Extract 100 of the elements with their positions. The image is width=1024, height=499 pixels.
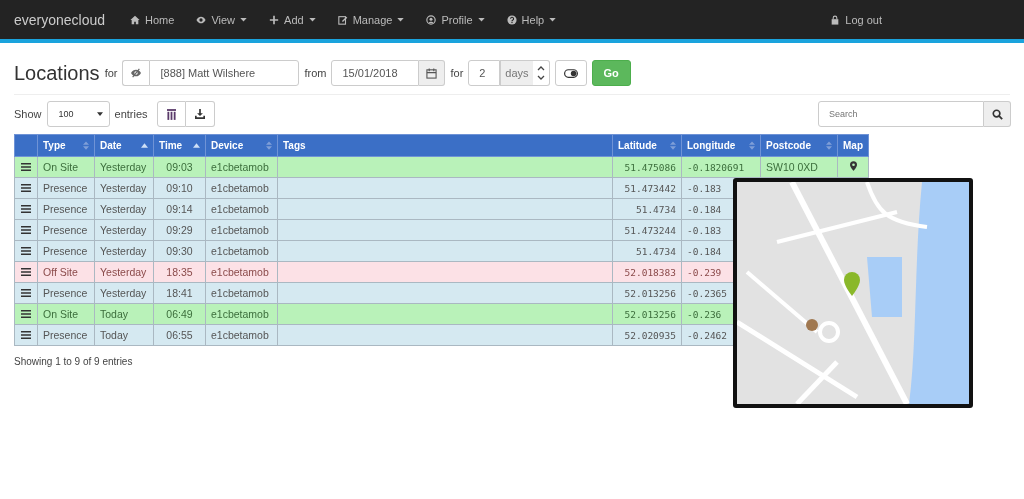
table-cell: e1cbetamob xyxy=(211,182,269,194)
table-cell: On Site xyxy=(43,308,79,320)
table-cell: Yesterday xyxy=(100,203,147,215)
table-cell: Today xyxy=(100,308,129,320)
table-cell: e1cbetamob xyxy=(211,329,269,341)
edit-icon xyxy=(337,14,348,25)
date-field[interactable]: 15/01/2018 xyxy=(331,60,420,86)
table-cell: -0.1820691 xyxy=(687,161,745,173)
toggle-icon xyxy=(563,68,578,78)
table-cell: Yesterday xyxy=(100,245,147,257)
visibility-toggle[interactable] xyxy=(122,60,150,86)
columns-icon xyxy=(166,108,176,120)
table-cell: e1cbetamob xyxy=(211,287,269,299)
brand-link[interactable]: everyonecloud xyxy=(14,11,106,28)
user-icon xyxy=(426,14,437,25)
table-cell: -0.236 xyxy=(687,308,722,320)
table-cell: -0.239 xyxy=(687,266,722,278)
nav-link[interactable]: Manage xyxy=(337,13,405,26)
page-title: Locations xyxy=(14,61,100,85)
menu-icon[interactable] xyxy=(21,268,31,276)
menu-icon[interactable] xyxy=(21,184,31,192)
table-cell: e1cbetamob xyxy=(211,161,269,173)
menu-icon[interactable] xyxy=(21,247,31,255)
days-field[interactable]: 2 xyxy=(468,60,501,86)
nav-link[interactable]: Add xyxy=(269,13,316,26)
table-cell: Presence xyxy=(43,203,88,215)
download-icon xyxy=(194,109,205,119)
table-cell: -0.183 xyxy=(687,224,722,236)
menu-icon[interactable] xyxy=(21,331,31,339)
menu-icon[interactable] xyxy=(21,205,31,213)
table-cell: 51.4734 xyxy=(635,203,676,215)
sort-ascending-icon[interactable] xyxy=(141,143,148,148)
logout-link[interactable]: Log out xyxy=(830,13,882,26)
caret-icon xyxy=(96,112,103,116)
menu-icon[interactable] xyxy=(21,163,31,171)
menu-icon[interactable] xyxy=(21,310,31,318)
table-cell: 51.473244 xyxy=(624,224,676,236)
menu-icon[interactable] xyxy=(21,289,31,297)
nav-link[interactable]: Profile xyxy=(426,13,485,26)
sort-ascending-icon[interactable] xyxy=(193,143,200,148)
help-icon xyxy=(506,14,517,25)
column-header[interactable]: Type xyxy=(43,140,66,151)
search-button[interactable] xyxy=(984,101,1011,127)
table-cell: 51.475086 xyxy=(624,161,676,173)
table-cell: Today xyxy=(100,329,129,341)
table-cell: -0.184 xyxy=(687,245,722,257)
menu-icon[interactable] xyxy=(21,226,31,234)
table-cell: e1cbetamob xyxy=(211,224,269,236)
table-cell: On Site xyxy=(43,161,79,173)
table-cell: Yesterday xyxy=(100,287,147,299)
table-cell: -0.2365 xyxy=(687,287,728,299)
table-cell: Presence xyxy=(43,224,88,236)
table-cell: 06:55 xyxy=(166,329,193,341)
map-pin-icon[interactable] xyxy=(849,161,857,171)
table-cell: e1cbetamob xyxy=(211,308,269,320)
home-icon xyxy=(130,14,141,25)
for-label: for xyxy=(450,67,464,79)
table-cell: e1cbetamob xyxy=(211,245,269,257)
table-cell: e1cbetamob xyxy=(211,266,269,278)
table-cell: 52.020935 xyxy=(624,329,676,341)
table-cell: Yesterday xyxy=(100,266,147,278)
plus-icon xyxy=(269,14,280,25)
table-cell: 52.018383 xyxy=(624,266,676,278)
table-cell: e1cbetamob xyxy=(211,203,269,215)
days-unit: days xyxy=(500,60,533,86)
calendar-button[interactable] xyxy=(419,60,446,86)
table-cell: 51.4734 xyxy=(635,245,676,257)
table-cell: Off Site xyxy=(43,266,78,278)
page-size-select[interactable]: 100 xyxy=(46,101,110,127)
table-cell: Yesterday xyxy=(100,224,147,236)
columns-button[interactable] xyxy=(156,101,186,127)
table-cell: Presence xyxy=(43,182,88,194)
search-icon xyxy=(991,108,1003,120)
table-cell: 09:14 xyxy=(166,203,193,215)
table-cell: Yesterday xyxy=(100,161,147,173)
table-cell: Presence xyxy=(43,329,88,341)
person-field[interactable]: [888] Matt Wilshere xyxy=(149,60,300,86)
table-cell: SW10 0XD xyxy=(766,161,818,173)
table-cell: -0.184 xyxy=(687,203,722,215)
search-field[interactable]: Search xyxy=(818,101,984,127)
table-cell: 52.013256 xyxy=(624,308,676,320)
from-label: from xyxy=(304,67,327,79)
table-cell: 18:41 xyxy=(166,287,193,299)
table-cell: 51.473442 xyxy=(624,182,676,194)
column-header[interactable]: Tags xyxy=(283,140,306,151)
nav-link[interactable]: Help xyxy=(506,13,557,26)
nav-link[interactable]: Home xyxy=(130,13,175,26)
download-button[interactable] xyxy=(185,101,215,127)
table-cell: 09:30 xyxy=(166,245,193,257)
for-label: for xyxy=(104,67,118,79)
table-cell: -0.2462 xyxy=(687,329,728,341)
nav-link[interactable]: View xyxy=(196,13,248,26)
eye-slash-icon xyxy=(130,68,143,78)
table-cell: 18:35 xyxy=(166,266,193,278)
table-cell: 09:03 xyxy=(166,161,193,173)
column-header[interactable]: Date xyxy=(100,140,122,151)
up-down-icon xyxy=(536,64,545,82)
table-cell: 09:10 xyxy=(166,182,193,194)
toggle-button[interactable] xyxy=(554,60,587,86)
table-row[interactable]: On Site Yesterday 09:03 e1cbetamob 51.475086 -0.1820691 SW10 0XD xyxy=(14,156,869,178)
